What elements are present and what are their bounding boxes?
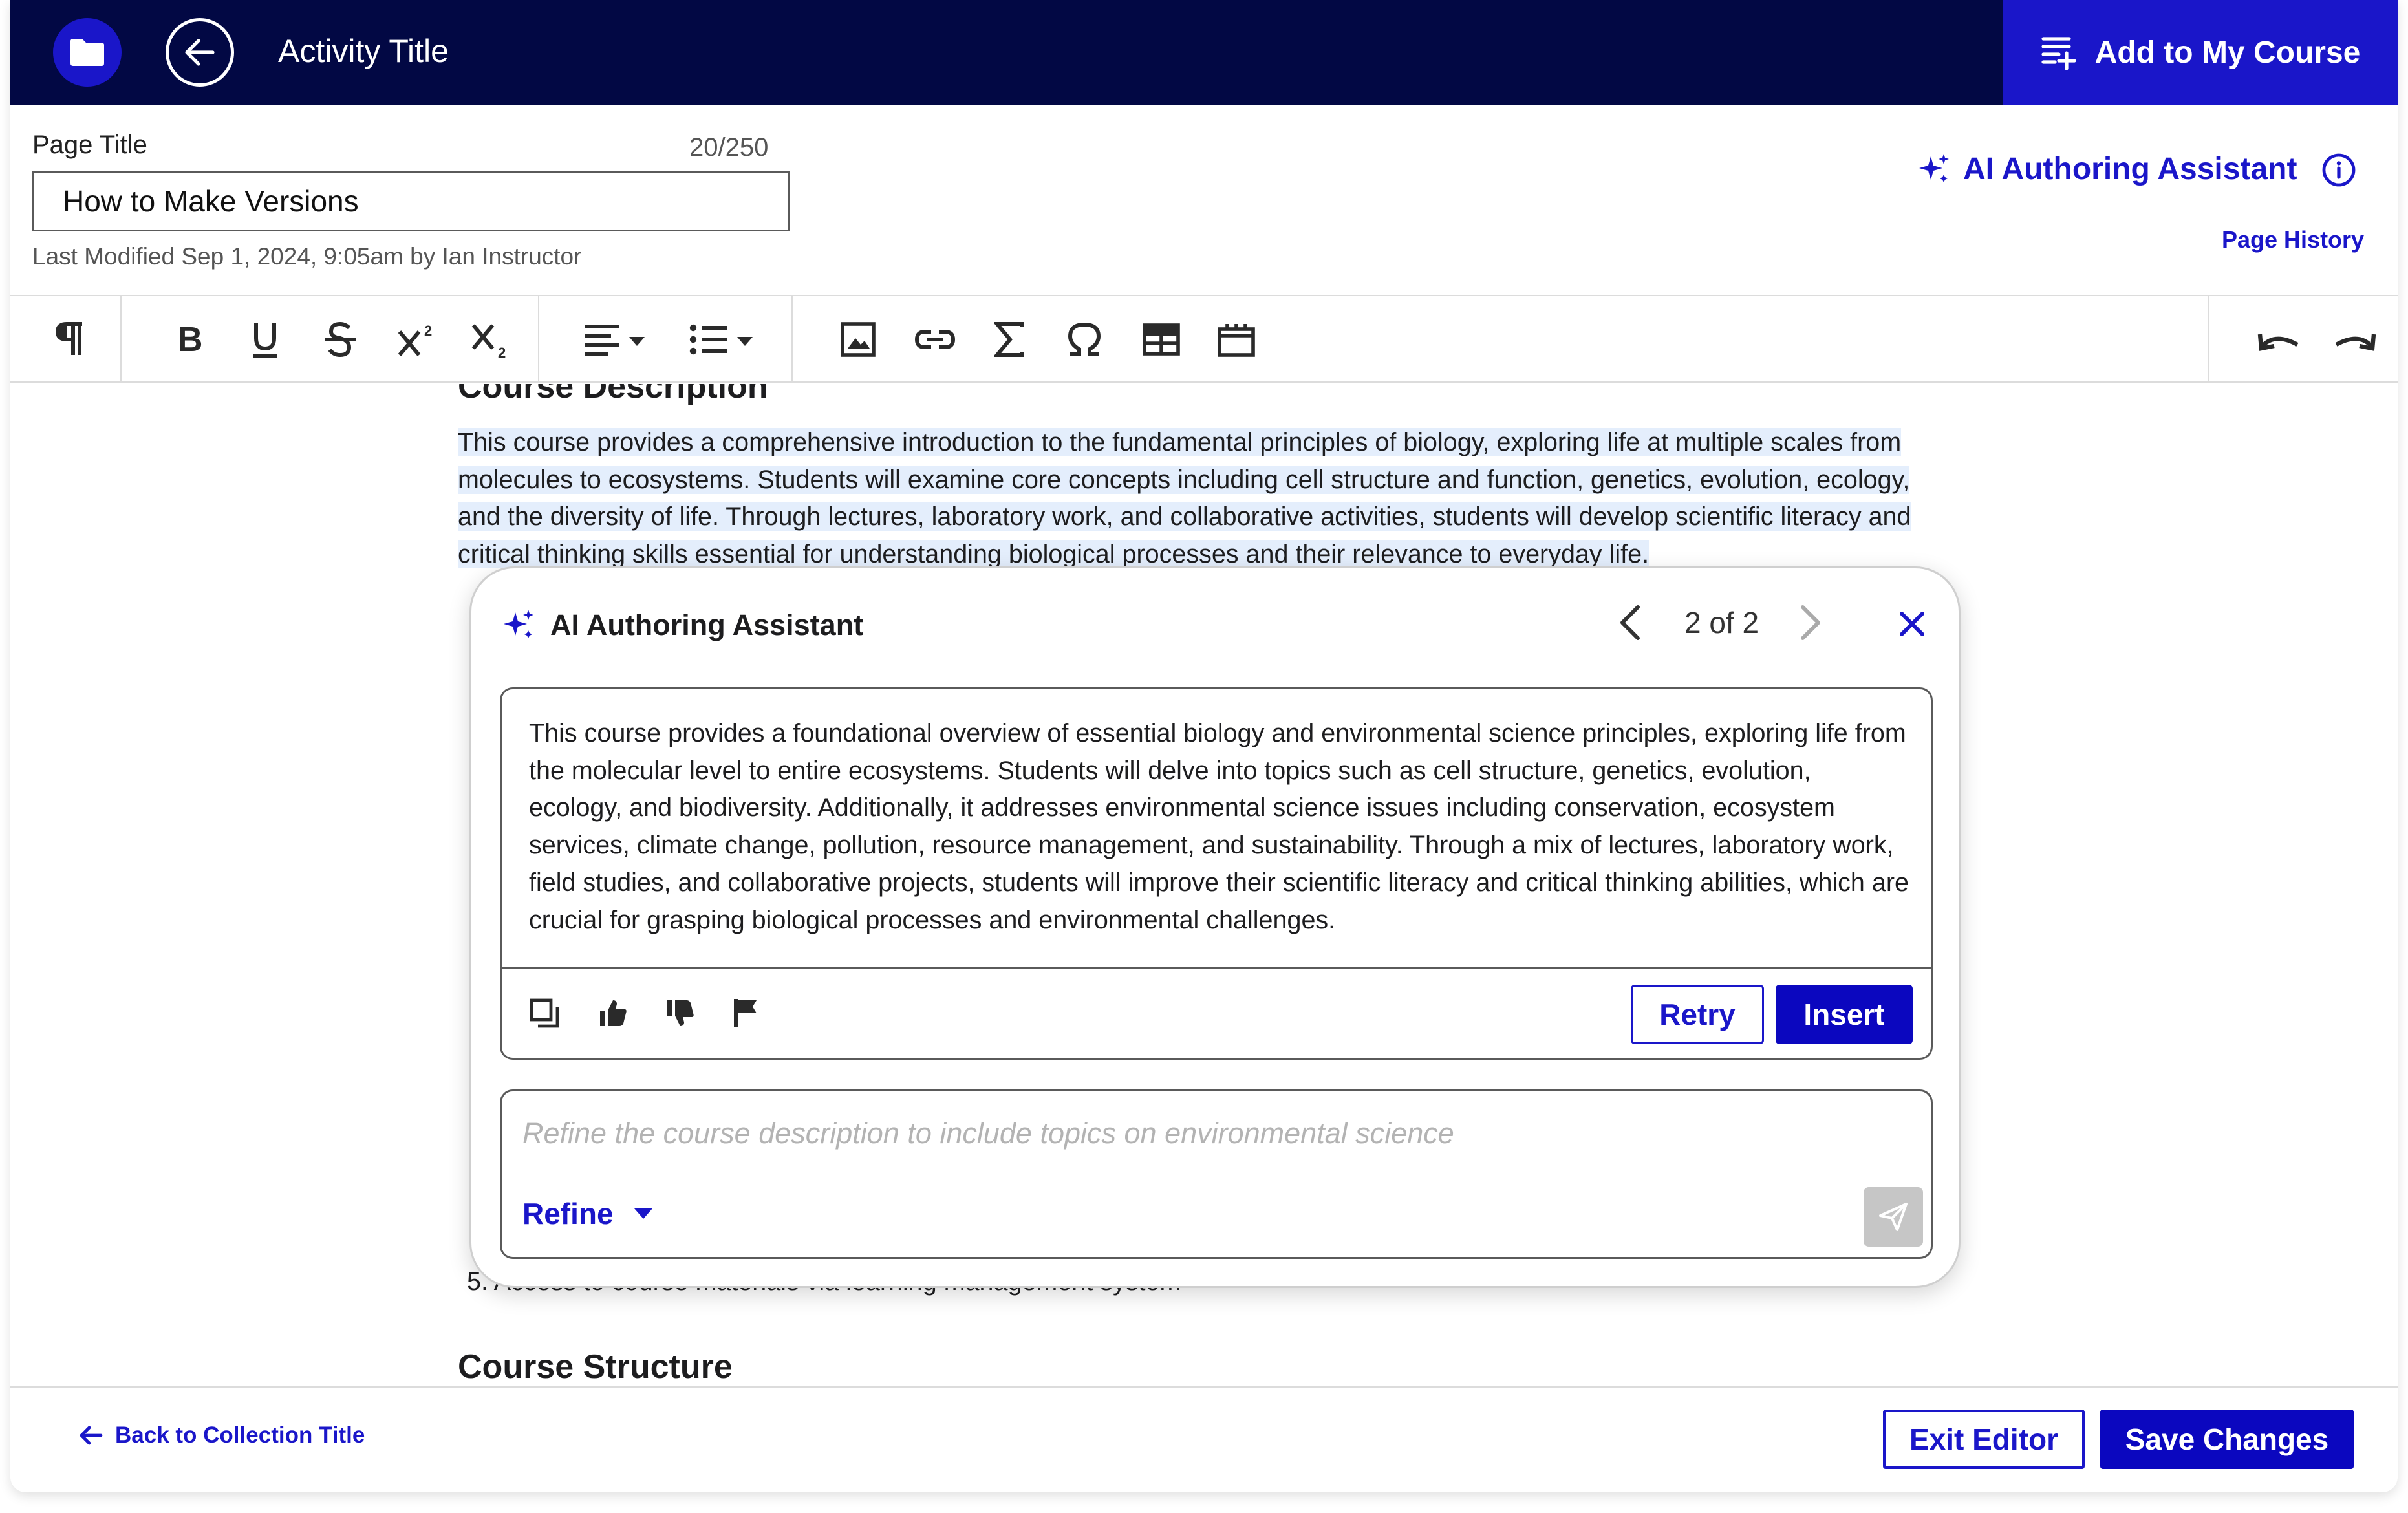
exit-editor-button[interactable]: Exit Editor xyxy=(1883,1410,2085,1469)
info-icon[interactable] xyxy=(2321,153,2356,191)
svg-text:2: 2 xyxy=(498,345,506,359)
strikethrough-icon[interactable] xyxy=(314,318,366,361)
top-bar: Activity Title Add to My Course xyxy=(10,0,2398,105)
heading-course-description: Course Description xyxy=(458,384,768,405)
activity-title: Activity Title xyxy=(278,33,449,69)
ai-assistant-label: AI Authoring Assistant xyxy=(1963,152,2297,186)
arrow-left-icon xyxy=(80,1426,103,1445)
back-button[interactable] xyxy=(166,18,234,87)
align-icon[interactable] xyxy=(579,318,650,361)
suggestion-actions: Retry Insert xyxy=(502,967,1931,1058)
sigma-icon[interactable] xyxy=(987,318,1032,361)
refine-box: Refine xyxy=(500,1089,1933,1259)
formatting-toolbar: B 2 2 xyxy=(10,295,2398,383)
undo-icon[interactable] xyxy=(2254,318,2306,361)
selected-text: This course provides a comprehensive int… xyxy=(458,428,1911,568)
folder-icon xyxy=(70,39,104,66)
back-to-collection-label: Back to Collection Title xyxy=(115,1422,365,1448)
suggestion-card: This course provides a foundational over… xyxy=(500,687,1933,1060)
playlist-add-icon xyxy=(2041,37,2076,70)
suggestion-text: This course provides a foundational over… xyxy=(529,719,1909,934)
bold-icon[interactable]: B xyxy=(164,318,216,361)
refine-input[interactable] xyxy=(522,1111,1880,1156)
ai-assistant-popup: AI Authoring Assistant 2 of 2 This cours… xyxy=(469,566,1961,1288)
char-count: 20/250 xyxy=(689,133,769,162)
send-icon xyxy=(1879,1203,1908,1231)
send-button[interactable] xyxy=(1864,1187,1923,1247)
retry-button[interactable]: Retry xyxy=(1631,985,1764,1044)
embed-icon[interactable] xyxy=(1210,318,1262,361)
add-to-course-label: Add to My Course xyxy=(2094,35,2361,70)
thumbs-up-icon[interactable] xyxy=(597,998,629,1029)
chevron-left-icon[interactable] xyxy=(1617,603,1643,642)
popup-header: AI Authoring Assistant xyxy=(502,608,863,642)
link-icon[interactable] xyxy=(909,318,961,361)
ai-assistant-button[interactable]: AI Authoring Assistant xyxy=(1918,151,2297,187)
chevron-right-icon[interactable] xyxy=(1798,603,1823,642)
image-icon[interactable] xyxy=(835,318,881,361)
insert-button[interactable]: Insert xyxy=(1776,985,1913,1044)
footer-bar: Back to Collection Title Exit Editor Sav… xyxy=(10,1386,2398,1492)
arrow-left-icon xyxy=(185,39,215,66)
close-icon[interactable] xyxy=(1898,610,1926,638)
last-modified-text: Last Modified Sep 1, 2024, 9:05am by Ian… xyxy=(32,243,582,270)
paragraph-icon[interactable] xyxy=(44,318,96,361)
subscript-icon[interactable]: 2 xyxy=(462,318,520,361)
page-title-input[interactable] xyxy=(32,171,790,231)
heading-course-structure: Course Structure xyxy=(458,1348,733,1386)
svg-text:2: 2 xyxy=(424,323,432,339)
sparkle-icon xyxy=(1919,153,1949,182)
thumbs-down-icon[interactable] xyxy=(665,998,696,1029)
copy-icon[interactable] xyxy=(529,998,560,1029)
add-to-course-button[interactable]: Add to My Course xyxy=(2003,0,2398,105)
pager-count: 2 of 2 xyxy=(1684,606,1759,639)
flag-icon[interactable] xyxy=(732,998,760,1029)
editor-window: Activity Title Add to My Course Page Tit… xyxy=(10,0,2398,1492)
superscript-icon[interactable]: 2 xyxy=(388,318,446,361)
omega-icon[interactable] xyxy=(1062,318,1107,361)
page-history-link[interactable]: Page History xyxy=(2222,226,2364,253)
caret-down-icon xyxy=(634,1208,652,1219)
back-to-collection-link[interactable]: Back to Collection Title xyxy=(78,1422,365,1448)
popup-title: AI Authoring Assistant xyxy=(550,608,864,641)
pagination: 2 of 2 xyxy=(1617,603,1823,642)
folder-button[interactable] xyxy=(53,18,122,87)
course-description-paragraph[interactable]: This course provides a comprehensive int… xyxy=(458,424,1958,573)
refine-label: Refine xyxy=(522,1197,614,1230)
page-title-label: Page Title xyxy=(32,131,147,159)
refine-dropdown[interactable]: Refine xyxy=(522,1196,654,1231)
list-icon[interactable] xyxy=(683,318,760,361)
underline-icon[interactable] xyxy=(239,318,291,361)
redo-icon[interactable] xyxy=(2328,318,2380,361)
table-icon[interactable] xyxy=(1135,318,1187,361)
save-changes-button[interactable]: Save Changes xyxy=(2100,1410,2354,1469)
sparkle-icon xyxy=(504,610,533,638)
